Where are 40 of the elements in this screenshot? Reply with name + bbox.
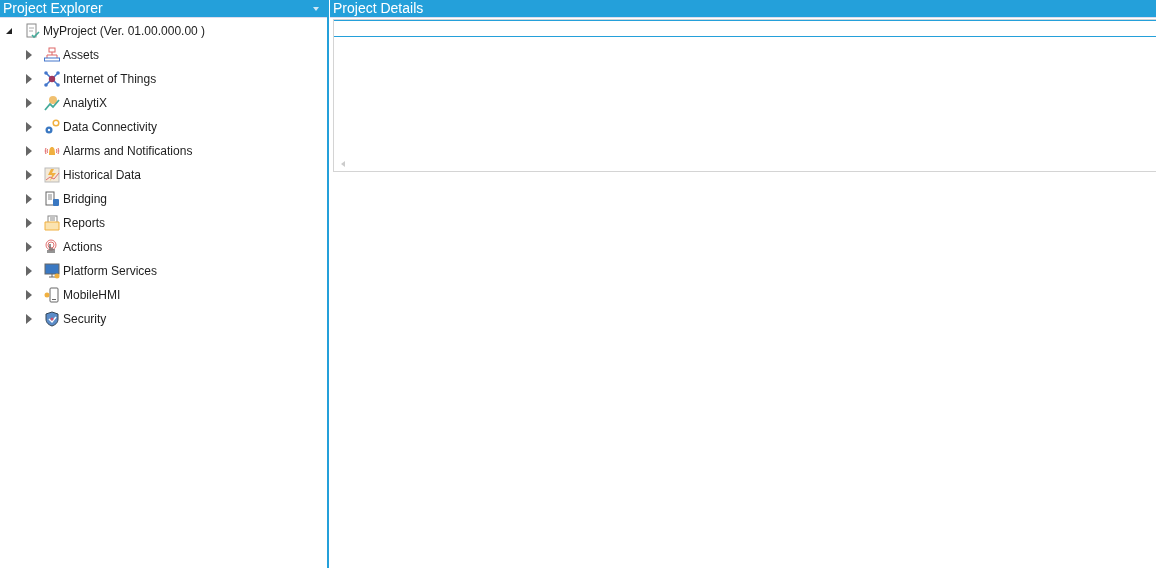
expand-arrow-icon[interactable] (26, 146, 32, 156)
tree-item[interactable]: Internet of Things (63, 72, 157, 86)
expand-arrow-icon[interactable] (26, 98, 32, 108)
monitor-icon (44, 263, 60, 279)
gears-icon (44, 119, 60, 135)
tree-item[interactable]: Alarms and Notifications (63, 144, 193, 158)
network-icon (44, 71, 60, 87)
expand-arrow-icon[interactable] (26, 50, 32, 60)
collapse-arrow-icon[interactable] (6, 28, 12, 34)
tree-item[interactable]: MobileHMI (63, 288, 121, 302)
history-chart-icon (44, 167, 60, 183)
expand-arrow-icon[interactable] (26, 314, 32, 324)
panel-title: Project Explorer (2, 0, 103, 17)
expand-arrow-icon[interactable] (26, 266, 32, 276)
tree-item[interactable]: Assets (63, 48, 99, 62)
tree-item[interactable]: Reports (63, 216, 106, 230)
server-icon (44, 191, 60, 207)
tree-item[interactable]: Actions (63, 240, 103, 254)
tree-item[interactable]: Bridging (63, 192, 108, 206)
expand-arrow-icon[interactable] (26, 122, 32, 132)
expand-arrow-icon[interactable] (26, 170, 32, 180)
expand-arrow-icon[interactable] (26, 290, 32, 300)
expand-arrow-icon[interactable] (26, 74, 32, 84)
tree-item[interactable]: AnalytiX (63, 96, 108, 110)
tree-item[interactable]: Historical Data (63, 168, 142, 182)
touch-hand-icon (44, 239, 60, 255)
expand-arrow-icon[interactable] (26, 218, 32, 228)
hierarchy-icon (44, 47, 60, 63)
tree-item[interactable]: MyProject (Ver. 01.00.000.00 ) (43, 24, 206, 38)
trend-chart-icon (44, 95, 60, 111)
report-folder-icon (44, 215, 60, 231)
tree-item[interactable]: Platform Services (63, 264, 158, 278)
expand-arrow-icon[interactable] (26, 194, 32, 204)
panel-title: Project Details (332, 0, 424, 17)
shield-icon (44, 311, 60, 327)
mobile-device-icon (44, 287, 60, 303)
tree-item[interactable]: Security (63, 312, 107, 326)
document-check-icon (24, 23, 40, 39)
expand-arrow-icon[interactable] (26, 242, 32, 252)
tree-item[interactable]: Data Connectivity (63, 120, 158, 134)
